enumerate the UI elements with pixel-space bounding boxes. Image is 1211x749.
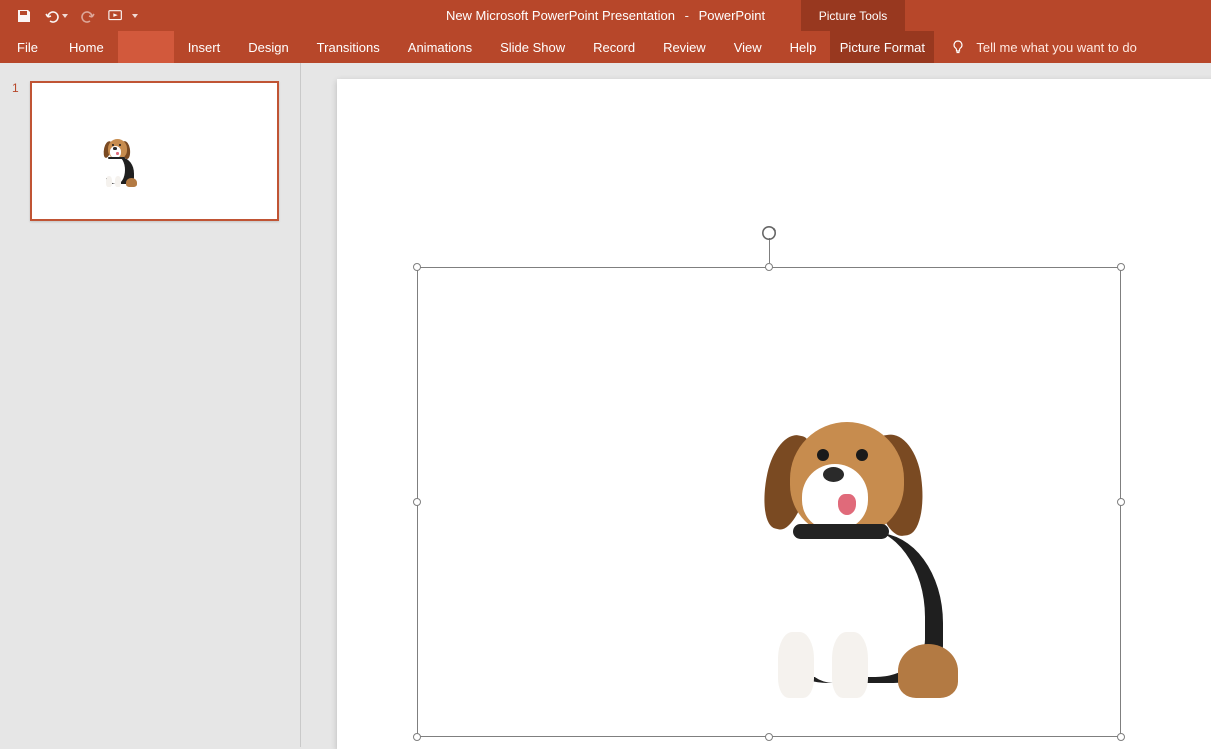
picture-selection-box[interactable] [417, 267, 1121, 737]
rotate-handle-icon[interactable] [760, 224, 778, 242]
workspace: 1 [0, 63, 1211, 747]
tab-animations-label: Animations [408, 40, 472, 55]
tab-insert-label: Insert [188, 40, 221, 55]
redo-icon[interactable] [80, 8, 96, 24]
thumbnail-pane[interactable]: 1 [0, 63, 301, 747]
tab-slideshow-label: Slide Show [500, 40, 565, 55]
tab-insert[interactable]: Insert [174, 31, 235, 63]
tab-transitions-label: Transitions [317, 40, 380, 55]
tab-design[interactable]: Design [234, 31, 302, 63]
start-from-beginning-icon[interactable] [108, 8, 124, 24]
customize-qat-icon[interactable] [132, 14, 138, 18]
dog-image[interactable] [688, 398, 988, 698]
quick-access-toolbar [4, 8, 138, 24]
tell-me-search[interactable]: Tell me what you want to do [934, 31, 1136, 63]
tab-home[interactable]: Home [55, 31, 118, 63]
context-tool-tab[interactable]: Picture Tools [801, 0, 905, 31]
tab-review[interactable]: Review [649, 31, 720, 63]
lightbulb-icon [950, 39, 966, 55]
ribbon-tabs: File Home Insert Design Transitions Anim… [0, 31, 1211, 63]
resize-handle-br[interactable] [1117, 733, 1125, 741]
resize-handle-ml[interactable] [413, 498, 421, 506]
tab-review-label: Review [663, 40, 706, 55]
tab-help-label: Help [790, 40, 817, 55]
tab-record-label: Record [593, 40, 635, 55]
resize-handle-tr[interactable] [1117, 263, 1125, 271]
context-tool-label: Picture Tools [819, 9, 887, 23]
window-title: New Microsoft PowerPoint Presentation - … [0, 8, 1211, 23]
document-name: New Microsoft PowerPoint Presentation [446, 8, 675, 23]
undo-dropdown-icon[interactable] [62, 14, 68, 18]
tab-help[interactable]: Help [776, 31, 831, 63]
slide-thumbnail-1[interactable] [30, 81, 279, 221]
resize-handle-tl[interactable] [413, 263, 421, 271]
tab-hidden[interactable] [118, 31, 174, 63]
app-name: PowerPoint [699, 8, 765, 23]
slide-number: 1 [12, 81, 19, 95]
tab-home-label: Home [69, 40, 104, 55]
tab-view-label: View [734, 40, 762, 55]
resize-handle-tm[interactable] [765, 263, 773, 271]
resize-handle-bm[interactable] [765, 733, 773, 741]
tab-file-label: File [17, 40, 38, 55]
title-bar: New Microsoft PowerPoint Presentation - … [0, 0, 1211, 31]
resize-handle-mr[interactable] [1117, 498, 1125, 506]
tab-view[interactable]: View [720, 31, 776, 63]
tab-design-label: Design [248, 40, 288, 55]
tab-record[interactable]: Record [579, 31, 649, 63]
resize-handle-bl[interactable] [413, 733, 421, 741]
tab-file[interactable]: File [0, 31, 55, 63]
tab-picture-format[interactable]: Picture Format [830, 31, 934, 63]
title-separator: - [679, 8, 695, 23]
tab-slideshow[interactable]: Slide Show [486, 31, 579, 63]
save-icon[interactable] [16, 8, 32, 24]
slide-edit-area[interactable] [301, 63, 1211, 747]
slide-canvas[interactable] [337, 79, 1211, 749]
tell-me-label: Tell me what you want to do [976, 40, 1136, 55]
tab-picture-format-label: Picture Format [840, 40, 925, 55]
dog-image-thumbnail [90, 135, 142, 187]
tab-transitions[interactable]: Transitions [303, 31, 394, 63]
tab-animations[interactable]: Animations [394, 31, 486, 63]
undo-button[interactable] [44, 8, 68, 24]
